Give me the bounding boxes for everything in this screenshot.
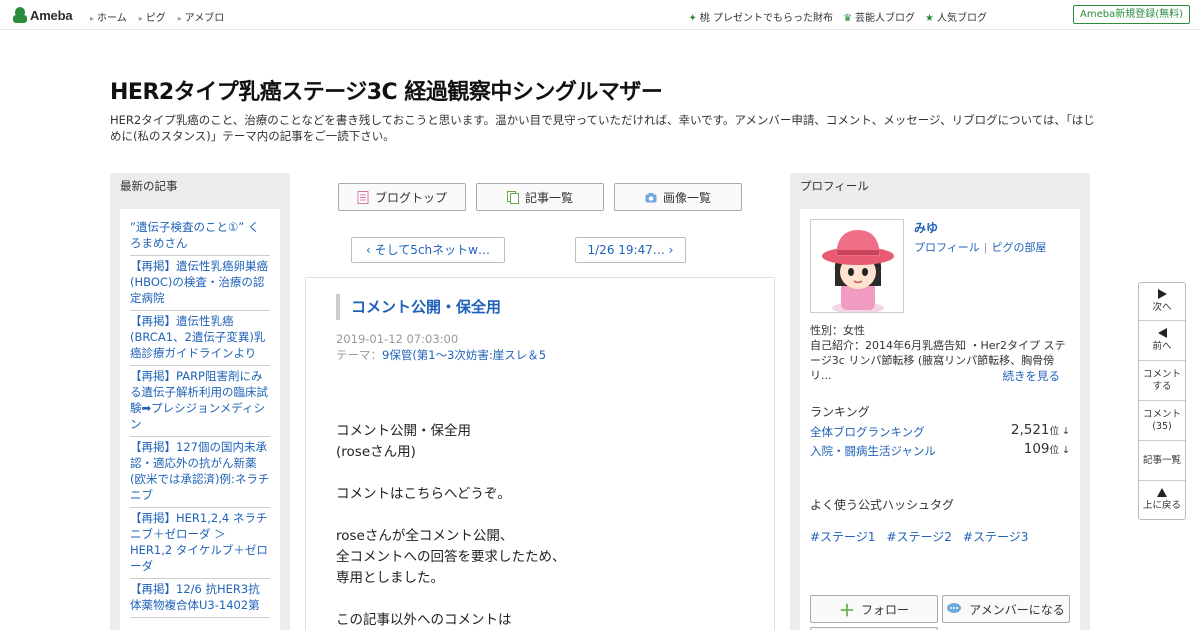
blog-top-button[interactable]: ブログトップ [338,183,466,211]
nav-pigg[interactable]: ピグ [139,9,166,24]
pigg-room-link[interactable]: ピグの部屋 [992,241,1047,254]
comment-button[interactable]: コメント する [1139,361,1185,401]
hashtag-heading: よく使う公式ハッシュタグ [810,498,955,512]
follow-button[interactable]: ＋ フォロー [810,595,938,623]
star-icon: ★ [925,13,934,24]
profile-panel: プロフィール みゆ プロフィール | ピグの部屋 性別：女性 自己紹介：2014年6… [790,173,1090,630]
article: コメント公開・保全用 2019-01-12 07:03:00 テーマ：9保管(第… [305,277,775,630]
celebrity-blog-link[interactable]: ♛ 芸能人ブログ [843,9,915,24]
list-item[interactable]: 【再掲】PARP阻害剤にみる遺伝子解析利用の臨床試験➡プレシジョンメディシン [130,366,270,437]
entry-body: コメント公開・保全用 (roseさん用) コメントはこちらへどうぞ。 roseさ… [336,421,566,630]
comments-count-button[interactable]: コメント (35) [1139,401,1185,441]
crown-icon: ♛ [843,13,853,24]
back-to-top-button[interactable]: 上に戻る [1139,481,1185,519]
profile-heading: プロフィール [800,179,869,193]
profile-link[interactable]: プロフィール [914,241,980,254]
top-right-links: ✦ 桃 プレゼントでもらった財布 ♛ 芸能人ブログ ★ 人気ブログ [688,9,987,24]
camera-icon [645,192,657,202]
body-line: この記事以外へのコメントは [336,612,512,628]
plus-icon: ＋ [838,601,855,620]
article-list-icon [506,190,519,204]
arrow-left-icon [1157,328,1167,338]
next-article-button[interactable]: 次へ [1139,283,1185,321]
hashtag-link[interactable]: #ステージ2 [886,528,951,545]
body-line: 専用としました。 [336,570,444,586]
prev-article-link[interactable]: ‹ そして5chネットw… [351,237,505,263]
body-line: 全コメントへの回答を要求したため、 [336,549,566,565]
hashtag-list: #ステージ1 #ステージ2 #ステージ3 [810,528,1028,545]
present-link[interactable]: ✦ 桃 プレゼントでもらった財布 [688,9,833,24]
article-list-button[interactable]: 記事一覧 [476,183,604,211]
sparkle-icon: ✦ [688,13,697,24]
list-item[interactable]: 【再掲】HER1,2,4 ネラチニブ＋ゼローダ ＞ HER1,2 タイケルブ＋ゼ… [130,508,270,579]
profile-gender: 性別：女性 [810,324,865,337]
chevron-right-icon: › [668,243,674,257]
amember-button[interactable]: アメンバーになる [942,595,1070,623]
read-more-link[interactable]: 続きを見る [1003,368,1061,384]
body-line: コメントはこちらへどうぞ。 [336,486,511,502]
top-nav: ホーム ピグ アメブロ [90,9,224,24]
arrow-right-icon [1157,289,1167,299]
ranking-row: 入院・闘病生活ジャンル 109位 ↓ [810,441,1070,459]
profile-box: みゆ プロフィール | ピグの部屋 性別：女性 自己紹介：2014年6月乳癌告知 ・… [800,209,1080,630]
body-line: roseさんが全コメント公開、 [336,528,514,544]
profile-links: プロフィール | ピグの部屋 [914,241,1047,254]
entry-title[interactable]: コメント公開・保全用 [336,294,501,320]
register-button[interactable]: Ameba新規登録(無料) [1072,5,1190,24]
list-item[interactable]: 【再掲】127個の国内未承認・適応外の抗がん新薬(欧米では承認済)例:ネラチニブ [130,437,270,508]
nav-home[interactable]: ホーム [90,9,127,24]
image-list-button[interactable]: 画像一覧 [614,183,742,211]
avatar-image [822,230,894,312]
list-item[interactable]: 【再掲】12/6 抗HER3抗体薬物複合体U3-1402第 [130,579,270,618]
nav-ameblo[interactable]: アメブロ [178,9,225,24]
ranking-heading: ランキング [810,405,870,419]
top-bar: Ameba ホーム ピグ アメブロ ✦桃 プレゼントでもらった財布 ♛芸能人ブロ… [0,0,1200,30]
ranking-row: 全体ブログランキング 2,521位 ↓ [810,422,1070,440]
arrow-up-icon [1157,488,1167,497]
blog-description: HER2タイプ乳癌のこと、治療のことなどを書き残しておこうと思います。温かい目で… [110,113,1095,143]
ranking-label[interactable]: 入院・闘病生活ジャンル [810,443,936,459]
recent-articles-heading: 最新の記事 [120,179,178,193]
hashtag-link[interactable]: #ステージ3 [963,528,1028,545]
next-article-link[interactable]: 1/26 19:47… › [575,237,686,263]
list-item[interactable]: 【再掲】遺伝性乳癌(BRCA1、2遺伝子変異)乳癌診療ガイドラインより [130,311,270,366]
entry-date: 2019-01-12 07:03:00 [336,332,459,346]
list-item[interactable]: 【再掲】遺伝性乳癌卵巣癌(HBOC)の検査・治療の認定病院 [130,256,270,311]
blog-title[interactable]: HER2タイプ乳癌ステージ3C 経過観察中シングルマザー [110,74,663,106]
chevron-left-icon: ‹ [366,243,371,257]
blog-nav-buttons: ブログトップ 記事一覧 画像一覧 [338,183,742,211]
recent-articles-panel: 最新の記事 ”遺伝子検査のこと①” くろまめさん 【再掲】遺伝性乳癌卵巣癌(HB… [110,173,290,630]
ranking-label[interactable]: 全体ブログランキング [810,424,925,440]
amember-icon [947,603,962,613]
article-list-side-button[interactable]: 記事一覧 [1139,441,1185,481]
list-item[interactable]: ”遺伝子検査のこと①” くろまめさん [130,217,270,256]
theme-link[interactable]: 9保管(第1～3次妨害:崖スレ＆5 [382,348,546,362]
ameba-logo-icon [13,7,27,23]
popular-blog-link[interactable]: ★ 人気ブログ [925,9,987,24]
profile-name[interactable]: みゆ [914,219,938,236]
blog-top-icon [357,190,369,204]
ranking-value: 109位 ↓ [1023,441,1070,457]
body-line: コメント公開・保全用 [336,423,471,439]
body-line: (roseさん用) [336,444,416,460]
recent-articles-list: ”遺伝子検査のこと①” くろまめさん 【再掲】遺伝性乳癌卵巣癌(HBOC)の検査… [120,209,280,630]
hashtag-link[interactable]: #ステージ1 [810,528,875,545]
ranking-value: 2,521位 ↓ [1010,422,1070,438]
logo-text: Ameba [30,7,73,23]
avatar[interactable] [810,219,904,313]
ameba-logo[interactable]: Ameba [13,7,73,23]
entry-theme: テーマ：9保管(第1～3次妨害:崖スレ＆5 [336,348,547,362]
floating-nav: 次へ 前へ コメント する コメント (35) 記事一覧 上に戻る [1138,282,1186,520]
prev-article-button[interactable]: 前へ [1139,321,1185,361]
